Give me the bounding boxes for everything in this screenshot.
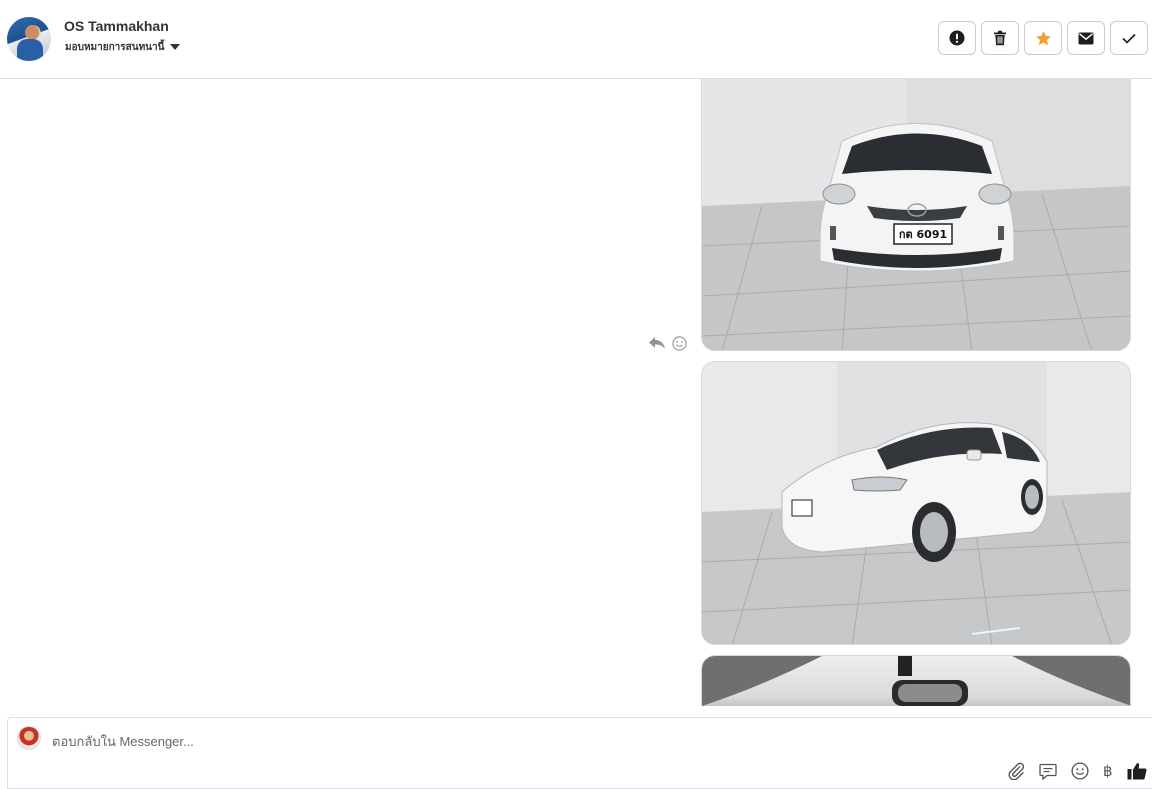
car-front-photo: กต 6091 (702, 79, 1130, 350)
avatar-shirt (17, 39, 43, 61)
star-button[interactable] (1024, 21, 1062, 55)
message-image[interactable]: กต 6091 (701, 79, 1131, 351)
reply-input[interactable] (52, 732, 952, 750)
delete-button[interactable] (981, 21, 1019, 55)
avatar[interactable] (7, 17, 51, 61)
reply-button[interactable] (648, 335, 666, 351)
mark-done-button[interactable] (1110, 21, 1148, 55)
license-plate: กต 6091 (899, 228, 947, 241)
thumbs-up-icon (1127, 763, 1147, 780)
car-interior-photo (702, 656, 1130, 706)
checkmark-icon (1122, 33, 1136, 44)
envelope-icon (1078, 32, 1094, 44)
message-actions (648, 335, 687, 351)
paperclip-icon (1008, 762, 1025, 780)
reply-composer: ฿ (7, 717, 1152, 789)
smiley-icon (672, 335, 687, 351)
conversation-header: OS Tammakhan มอบหมายการสนทนานี้ (0, 0, 1152, 79)
mark-unread-button[interactable] (1067, 21, 1105, 55)
reply-icon (649, 337, 665, 349)
star-icon (1035, 30, 1051, 45)
baht-icon[interactable]: ฿ (1103, 762, 1113, 780)
react-button[interactable] (672, 335, 687, 351)
trash-icon (994, 30, 1006, 46)
smiley-icon (1071, 762, 1089, 780)
saved-replies-button[interactable] (1039, 763, 1057, 780)
composer-toolbar: ฿ (1007, 762, 1147, 780)
exclamation-icon (949, 30, 965, 46)
message-image[interactable] (701, 655, 1131, 706)
message-thread[interactable]: กต 6091 (0, 79, 1152, 706)
mark-spam-button[interactable] (938, 21, 976, 55)
conversation-toolbar (938, 21, 1148, 55)
inbox-conversation: OS Tammakhan มอบหมายการสนทนานี้ กต 6091 … (0, 0, 1152, 789)
avatar-head (25, 25, 39, 40)
page-avatar (17, 726, 41, 750)
caret-down-icon (170, 44, 181, 50)
assign-label: มอบหมายการสนทนานี้ (65, 41, 165, 53)
emoji-button[interactable] (1071, 762, 1089, 780)
speech-bubble-icon (1039, 763, 1057, 780)
contact-name[interactable]: OS Tammakhan (64, 18, 169, 34)
attach-button[interactable] (1007, 762, 1025, 780)
assign-conversation-dropdown[interactable]: มอบหมายการสนทนานี้ (65, 40, 181, 54)
message-image[interactable] (701, 361, 1131, 645)
car-side-photo (702, 362, 1130, 644)
like-button[interactable] (1127, 762, 1147, 780)
